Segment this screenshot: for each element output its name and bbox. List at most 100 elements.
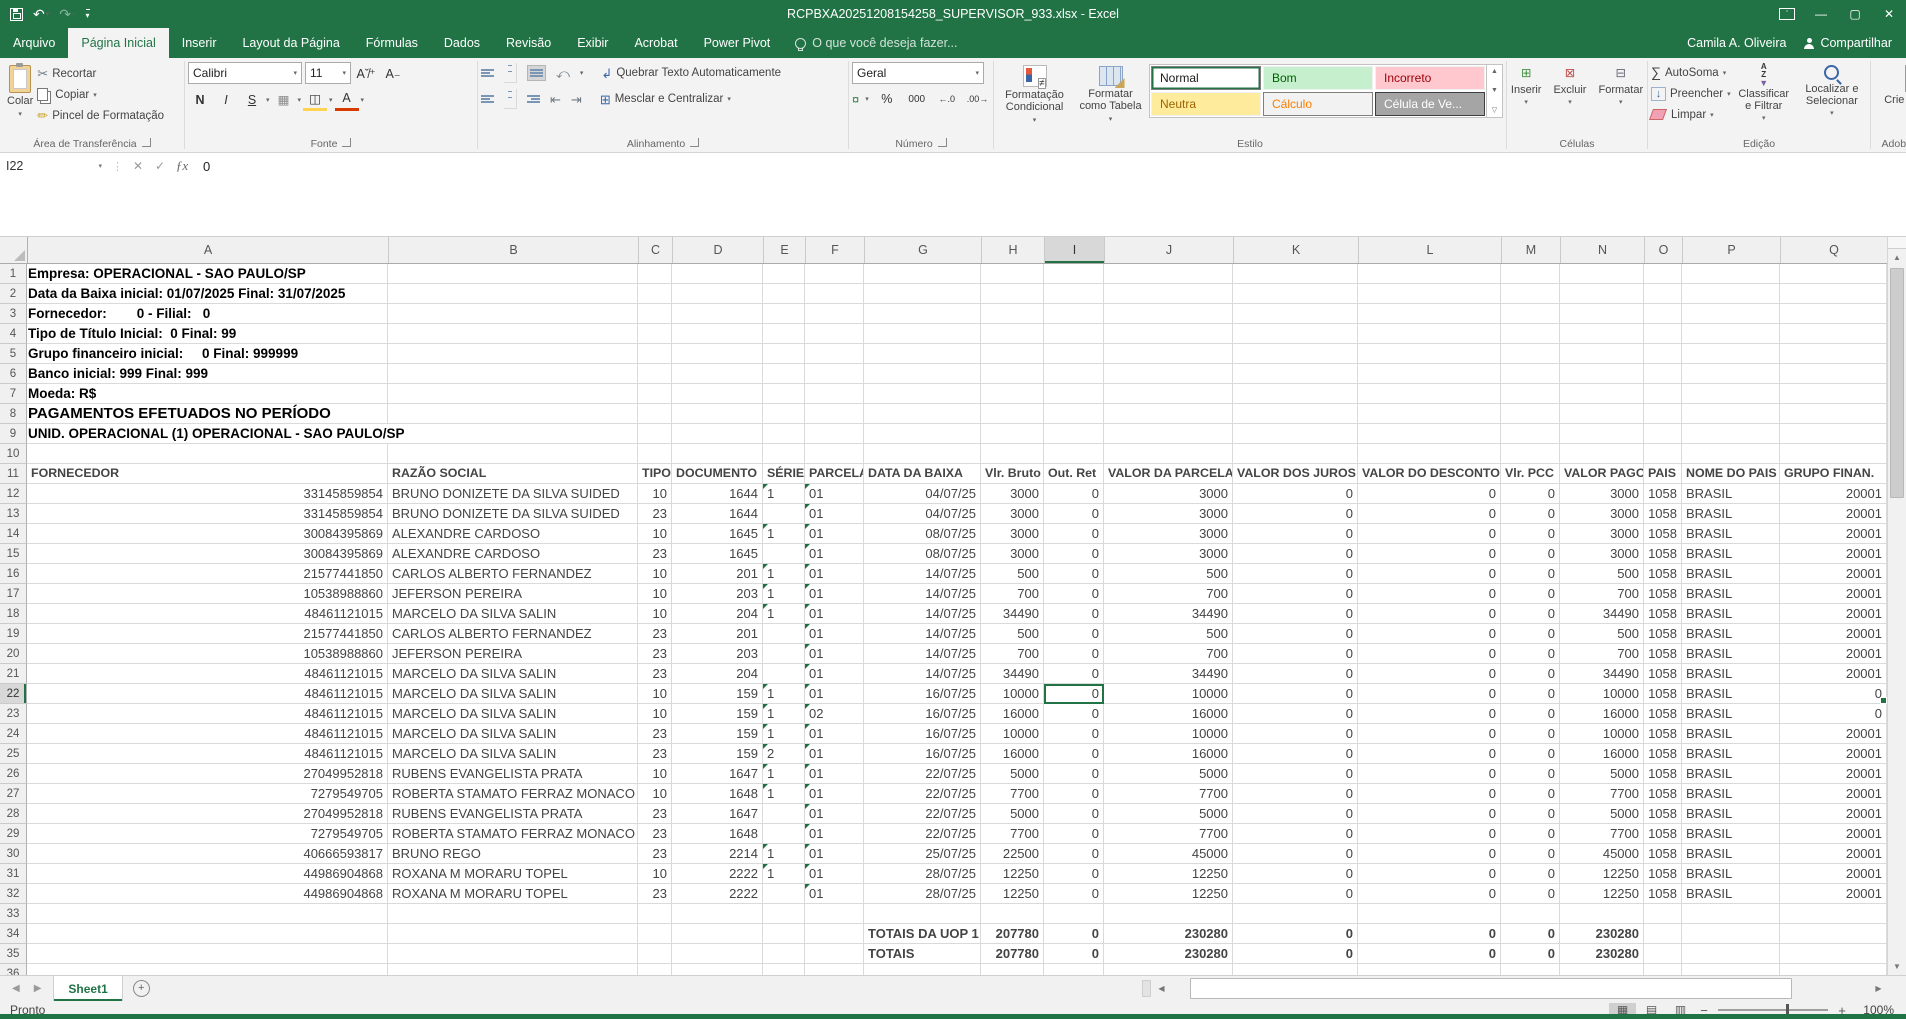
cell-A3[interactable]: Fornecedor: 0 - Filial: 0 (28, 304, 220, 323)
cell-E2[interactable] (763, 284, 805, 304)
cell-E9[interactable] (763, 424, 805, 444)
cell-G12[interactable]: 04/07/25 (864, 484, 981, 504)
cell-D35[interactable] (672, 944, 763, 964)
cell-H17[interactable]: 700 (981, 584, 1044, 604)
cell-P24[interactable]: BRASIL (1682, 724, 1780, 744)
row-header-4[interactable]: 4 (0, 324, 27, 344)
cell-H11[interactable]: Vlr. Bruto (981, 464, 1044, 484)
cell-M8[interactable] (1501, 404, 1560, 424)
cell-F33[interactable] (805, 904, 864, 924)
style-chip-neutra[interactable]: Neutra (1151, 92, 1261, 116)
cell-N11[interactable]: VALOR PAGO (1560, 464, 1644, 484)
cell-N24[interactable]: 10000 (1560, 724, 1644, 744)
cell-F23[interactable]: 02 (805, 704, 864, 724)
cell-I21[interactable]: 0 (1044, 664, 1104, 684)
cell-L23[interactable]: 0 (1358, 704, 1501, 724)
cell-B2[interactable] (388, 284, 638, 304)
insert-cells-button[interactable]: ⊞ Inserir▾ (1506, 60, 1547, 112)
cell-O21[interactable]: 1058 (1644, 664, 1682, 684)
cell-M17[interactable]: 0 (1501, 584, 1560, 604)
cell-E26[interactable]: 1 (763, 764, 805, 784)
cell-E12[interactable]: 1 (763, 484, 805, 504)
cell-C7[interactable] (638, 384, 672, 404)
cell-K22[interactable]: 0 (1233, 684, 1358, 704)
cell-I22[interactable]: 0 (1044, 684, 1104, 704)
cell-A31[interactable]: 44986904868 (27, 864, 388, 884)
cell-F8[interactable] (805, 404, 864, 424)
row-header-22[interactable]: 22 (0, 684, 27, 704)
cell-C12[interactable]: 10 (638, 484, 672, 504)
cell-K16[interactable]: 0 (1233, 564, 1358, 584)
autosum-button[interactable]: ∑AutoSoma ▾ (1651, 62, 1731, 83)
cell-L32[interactable]: 0 (1358, 884, 1501, 904)
increase-font-icon[interactable]: Aˇ̸⁺ (354, 63, 378, 83)
cell-F31[interactable]: 01 (805, 864, 864, 884)
cell-I11[interactable]: Out. Ret (1044, 464, 1104, 484)
cancel-icon[interactable]: ✕ (127, 159, 149, 173)
name-box-dropdown-icon[interactable]: ▾ (98, 162, 102, 170)
cell-O26[interactable]: 1058 (1644, 764, 1682, 784)
cell-B28[interactable]: RUBENS EVANGELISTA PRATA (388, 804, 638, 824)
cell-Q16[interactable]: 20001 (1780, 564, 1887, 584)
cell-L3[interactable] (1358, 304, 1501, 324)
cell-L21[interactable]: 0 (1358, 664, 1501, 684)
cell-A25[interactable]: 48461121015 (27, 744, 388, 764)
cell-K12[interactable]: 0 (1233, 484, 1358, 504)
cell-P34[interactable] (1682, 924, 1780, 944)
row-header-27[interactable]: 27 (0, 784, 27, 804)
cell-G8[interactable] (864, 404, 981, 424)
cell-P23[interactable]: BRASIL (1682, 704, 1780, 724)
cell-J29[interactable]: 7700 (1104, 824, 1233, 844)
cell-C29[interactable]: 23 (638, 824, 672, 844)
style-chip-bom[interactable]: Bom (1263, 66, 1373, 90)
cell-A12[interactable]: 33145859854 (27, 484, 388, 504)
cell-M32[interactable]: 0 (1501, 884, 1560, 904)
cell-O8[interactable] (1644, 404, 1682, 424)
cell-B29[interactable]: ROBERTA STAMATO FERRAZ MONACO (388, 824, 638, 844)
accounting-format-icon[interactable]: ¤ (852, 93, 859, 106)
cell-I23[interactable]: 0 (1044, 704, 1104, 724)
cell-A15[interactable]: 30084395869 (27, 544, 388, 564)
cell-P14[interactable]: BRASIL (1682, 524, 1780, 544)
cell-O18[interactable]: 1058 (1644, 604, 1682, 624)
cell-L19[interactable]: 0 (1358, 624, 1501, 644)
cell-F22[interactable]: 01 (805, 684, 864, 704)
col-header-C[interactable]: C (639, 237, 673, 263)
cell-K25[interactable]: 0 (1233, 744, 1358, 764)
cell-J31[interactable]: 12250 (1104, 864, 1233, 884)
cell-K26[interactable]: 0 (1233, 764, 1358, 784)
cell-N28[interactable]: 5000 (1560, 804, 1644, 824)
cell-P35[interactable] (1682, 944, 1780, 964)
cell-H16[interactable]: 500 (981, 564, 1044, 584)
row-header-30[interactable]: 30 (0, 844, 27, 864)
cell-Q11[interactable]: GRUPO FINAN. (1780, 464, 1887, 484)
cell-L25[interactable]: 0 (1358, 744, 1501, 764)
cell-L11[interactable]: VALOR DO DESCONTO (1358, 464, 1501, 484)
cell-K6[interactable] (1233, 364, 1358, 384)
cell-Q33[interactable] (1780, 904, 1887, 924)
cell-J7[interactable] (1104, 384, 1233, 404)
cell-N35[interactable]: 230280 (1560, 944, 1644, 964)
cell-C21[interactable]: 23 (638, 664, 672, 684)
cell-B35[interactable] (388, 944, 638, 964)
font-color-button[interactable]: A (335, 88, 359, 111)
cell-N3[interactable] (1560, 304, 1644, 324)
cell-J8[interactable] (1104, 404, 1233, 424)
cell-H18[interactable]: 34490 (981, 604, 1044, 624)
cell-Q23[interactable]: 0 (1780, 704, 1887, 724)
cell-L8[interactable] (1358, 404, 1501, 424)
cell-A11[interactable]: FORNECEDOR (27, 464, 388, 484)
cell-O24[interactable]: 1058 (1644, 724, 1682, 744)
cell-E31[interactable]: 1 (763, 864, 805, 884)
cell-L35[interactable]: 0 (1358, 944, 1501, 964)
cell-H2[interactable] (981, 284, 1044, 304)
scroll-down-icon[interactable]: ▼ (1888, 958, 1906, 975)
cell-N20[interactable]: 700 (1560, 644, 1644, 664)
cell-K27[interactable]: 0 (1233, 784, 1358, 804)
cell-J19[interactable]: 500 (1104, 624, 1233, 644)
cell-H27[interactable]: 7700 (981, 784, 1044, 804)
cell-N27[interactable]: 7700 (1560, 784, 1644, 804)
cell-M26[interactable]: 0 (1501, 764, 1560, 784)
cell-G26[interactable]: 22/07/25 (864, 764, 981, 784)
cell-E7[interactable] (763, 384, 805, 404)
